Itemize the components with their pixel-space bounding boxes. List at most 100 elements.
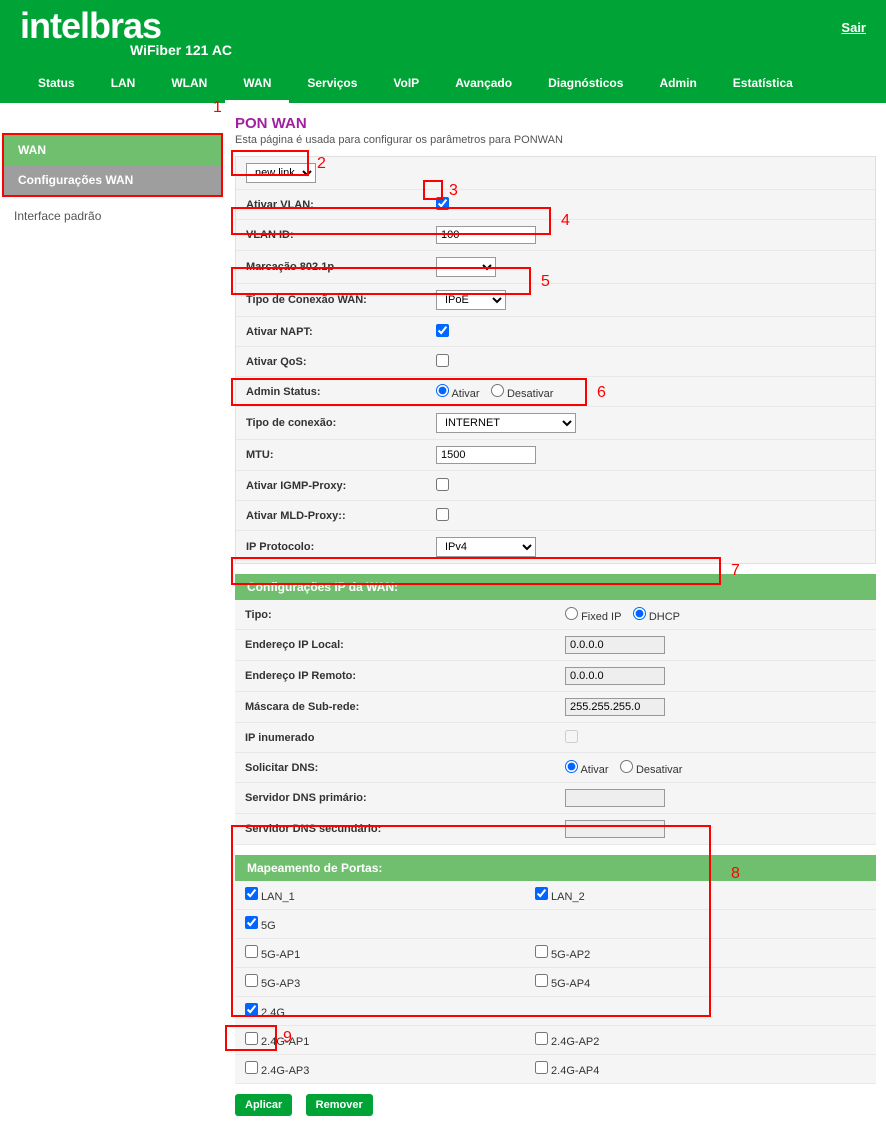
nav-estatistica[interactable]: Estatística [715,66,811,103]
nav-lan[interactable]: LAN [93,66,154,103]
ip-remoto-input [565,667,665,685]
ativar-vlan-checkbox[interactable] [436,197,449,210]
port-cell [525,910,815,938]
mtu-input[interactable] [436,446,536,464]
tipo-dhcp-text: DHCP [649,611,680,623]
ports-header: Mapeamento de Portas: [235,855,876,881]
admin-ativar-radio[interactable] [436,384,449,397]
tipo-wan-select[interactable]: IPoE [436,290,506,310]
port-checkbox[interactable] [245,1032,258,1045]
port-checkbox[interactable] [245,916,258,929]
qos-label: Ativar QoS: [246,356,436,368]
port-cell: LAN_2 [525,881,815,909]
nav-wan[interactable]: WAN [225,66,289,103]
admin-ativar-text: Ativar [451,388,479,400]
main-nav: Status LAN WLAN WAN Serviços VoIP Avança… [20,66,866,103]
port-cell: 5G-AP1 [235,939,525,967]
remove-button[interactable]: Remover [306,1094,373,1116]
dns2-label: Servidor DNS secundário: [245,823,565,835]
vlan-id-input[interactable] [436,226,536,244]
tipo-dhcp-radio[interactable] [633,607,646,620]
sidebar-item-interface-padrao[interactable]: Interface padrão [0,201,225,231]
port-cell [525,997,815,1025]
nav-servicos[interactable]: Serviços [289,66,375,103]
port-cell: 2.4G-AP2 [525,1026,815,1054]
tipo-wan-label: Tipo de Conexão WAN: [246,294,436,306]
nav-avancado[interactable]: Avançado [437,66,530,103]
dns-ativar-radio[interactable] [565,760,578,773]
mld-checkbox[interactable] [436,508,449,521]
napt-checkbox[interactable] [436,324,449,337]
model-label: WiFiber 121 AC [130,42,232,58]
header: intelbras WiFiber 121 AC Sair Status LAN… [0,0,886,103]
port-checkbox[interactable] [535,945,548,958]
port-row: 2.4G [235,997,876,1026]
port-checkbox[interactable] [535,1032,548,1045]
mld-label: Ativar MLD-Proxy:: [246,510,436,522]
nav-wlan[interactable]: WLAN [153,66,225,103]
port-cell: 2.4G-AP1 [235,1026,525,1054]
port-checkbox[interactable] [245,974,258,987]
sidebar-item-wan[interactable]: WAN [4,135,221,165]
dns-desativar-radio[interactable] [620,760,633,773]
port-cell: 5G-AP4 [525,968,815,996]
napt-label: Ativar NAPT: [246,326,436,338]
port-cell: 2.4G-AP3 [235,1055,525,1083]
ip-local-input [565,636,665,654]
ipwan-header: Configurações IP da WAN: [235,574,876,600]
port-cell: 2.4G-AP4 [525,1055,815,1083]
ipproto-label: IP Protocolo: [246,541,436,553]
dns1-input [565,789,665,807]
port-cell: 5G-AP3 [235,968,525,996]
dns-desativar-text: Desativar [636,764,682,776]
brand-logo: intelbras [20,8,232,44]
mask-input [565,698,665,716]
port-row: 5G-AP3 5G-AP4 [235,968,876,997]
ativar-vlan-label: Ativar VLAN: [246,199,436,211]
nav-status[interactable]: Status [20,66,93,103]
mask-label: Máscara de Sub-rede: [245,701,565,713]
ipwan-panel: Tipo: Fixed IP DHCP Endereço IP Local: E… [235,600,876,845]
apply-button[interactable]: Aplicar [235,1094,292,1116]
port-row: 5G [235,910,876,939]
port-checkbox[interactable] [245,1003,258,1016]
inum-checkbox [565,730,578,743]
port-row: LAN_1 LAN_2 [235,881,876,910]
exit-link[interactable]: Sair [841,20,866,35]
tipo-fixed-radio[interactable] [565,607,578,620]
qos-checkbox[interactable] [436,354,449,367]
port-row: 2.4G-AP1 2.4G-AP2 [235,1026,876,1055]
nav-voip[interactable]: VoIP [375,66,437,103]
content: PON WAN Esta página é usada para configu… [225,103,886,1136]
admin-desativar-radio[interactable] [491,384,504,397]
tipo-conexao-select[interactable]: INTERNET [436,413,576,433]
port-checkbox[interactable] [245,945,258,958]
port-row: 5G-AP1 5G-AP2 [235,939,876,968]
port-checkbox[interactable] [535,1061,548,1074]
dns1-label: Servidor DNS primário: [245,792,565,804]
dns2-input [565,820,665,838]
mtu-label: MTU: [246,449,436,461]
marcacao-label: Marcação 802.1p [246,261,436,273]
dns-ativar-text: Ativar [580,764,608,776]
port-checkbox[interactable] [535,974,548,987]
marcacao-select[interactable] [436,257,496,277]
port-checkbox[interactable] [245,887,258,900]
sidebar: WAN Configurações WAN Interface padrão [0,103,225,1136]
ip-local-label: Endereço IP Local: [245,639,565,651]
sidebar-item-config-wan[interactable]: Configurações WAN [4,165,221,195]
ip-remoto-label: Endereço IP Remoto: [245,670,565,682]
inum-label: IP inumerado [245,732,565,744]
port-cell: 5G [235,910,525,938]
vlan-id-label: VLAN ID: [246,229,436,241]
port-grid: LAN_1 LAN_2 5G 5G-AP1 5G-AP2 5G-AP3 5G-A… [235,881,876,1084]
port-cell: 2.4G [235,997,525,1025]
port-checkbox[interactable] [245,1061,258,1074]
nav-admin[interactable]: Admin [641,66,714,103]
nav-diagnosticos[interactable]: Diagnósticos [530,66,641,103]
port-checkbox[interactable] [535,887,548,900]
ipproto-select[interactable]: IPv4 [436,537,536,557]
port-cell: 5G-AP2 [525,939,815,967]
link-select[interactable]: new link [246,163,316,183]
igmp-checkbox[interactable] [436,478,449,491]
